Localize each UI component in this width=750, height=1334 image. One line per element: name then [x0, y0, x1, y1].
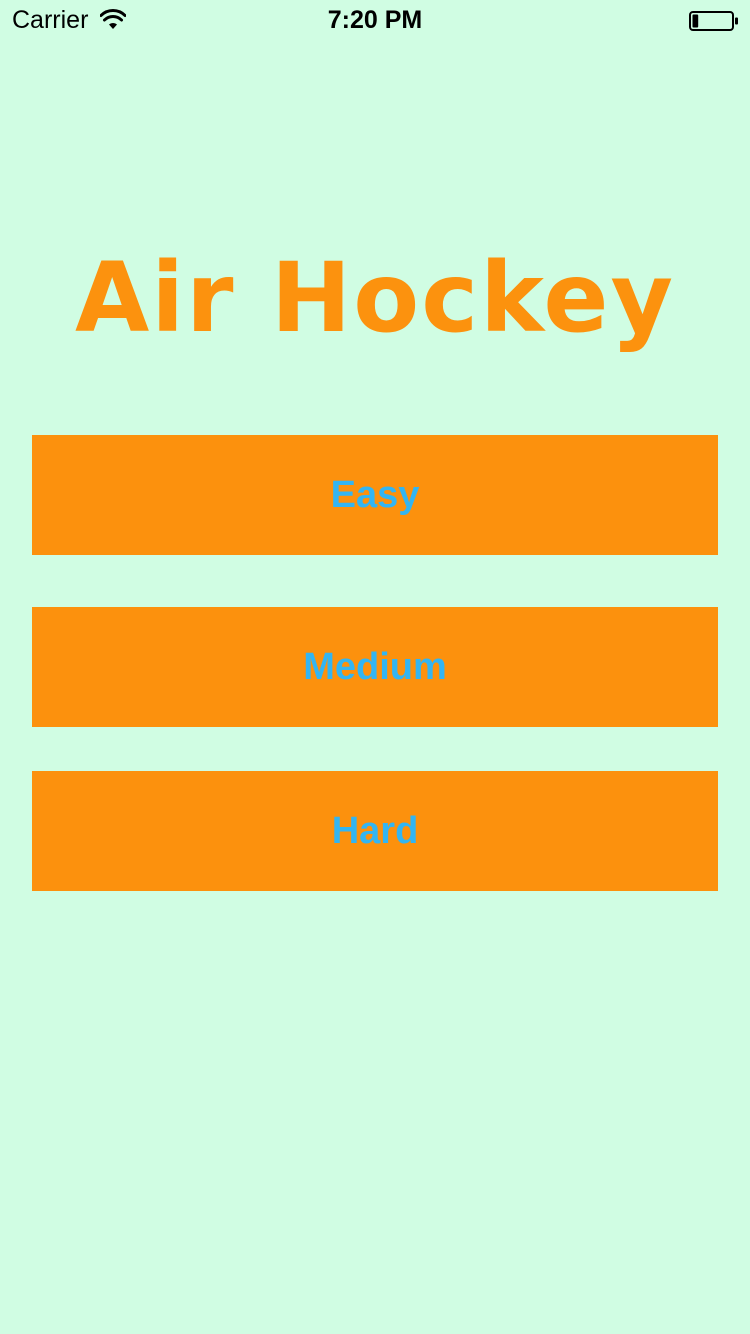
easy-button-label: Easy	[330, 473, 420, 516]
battery-icon	[689, 11, 738, 31]
battery-fill	[692, 14, 699, 28]
app-title: Air Hockey	[74, 242, 676, 354]
medium-button-label: Medium	[303, 645, 447, 688]
status-time: 7:20 PM	[327, 6, 423, 34]
medium-button[interactable]: Medium	[32, 607, 718, 727]
hard-button[interactable]: Hard	[32, 771, 718, 891]
easy-button[interactable]: Easy	[32, 435, 718, 555]
hard-button-label: Hard	[331, 809, 419, 852]
status-bar: Carrier 7:20 PM	[0, 0, 750, 40]
